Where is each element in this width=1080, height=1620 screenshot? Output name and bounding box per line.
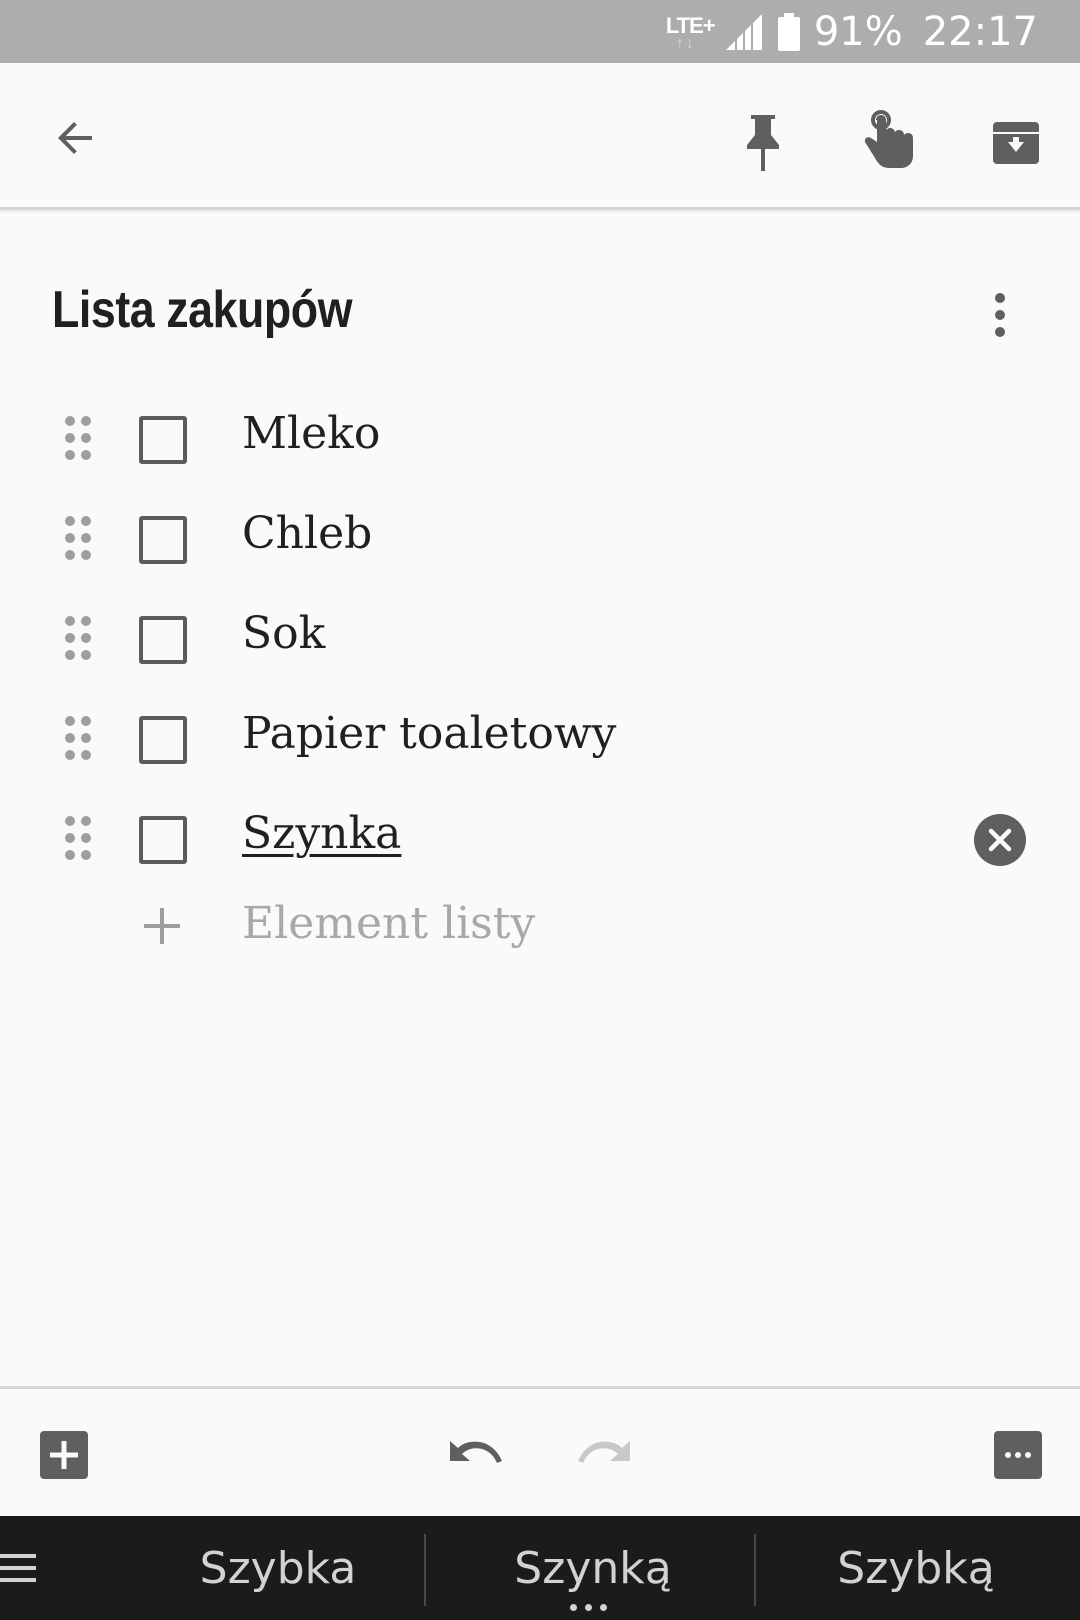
note-title[interactable]: Lista zakupów [52,280,352,340]
add-item-placeholder: Element listy [242,898,536,949]
keyboard-menu-icon[interactable] [0,1548,40,1588]
more-suggestions-indicator [570,1604,607,1611]
item-text-editing[interactable]: Szynka [242,808,401,859]
reminder-button[interactable] [852,101,924,181]
keyboard-suggestion-bar: Szybka Szynką Szybką [0,1516,1080,1620]
item-checkbox[interactable] [139,816,187,864]
add-content-button[interactable] [40,1431,88,1479]
add-box-icon [40,1431,88,1479]
redo-icon [578,1441,630,1463]
data-arrows-icon: ↑↓ [675,34,696,52]
suggestion-3[interactable]: Szybką [756,1516,1076,1620]
suggestion-1[interactable]: Szybka [118,1516,438,1620]
plus-icon [144,908,180,944]
more-options-button[interactable] [994,1431,1042,1479]
list-item: Sok [0,590,1080,690]
more-vert-icon [995,293,1005,337]
item-checkbox[interactable] [139,416,187,464]
archive-button[interactable] [980,103,1052,183]
back-arrow-icon [58,122,92,154]
back-button[interactable] [36,103,116,173]
battery-percent: 91% [813,8,903,55]
delete-item-button[interactable] [974,814,1026,866]
app-bar [0,63,1080,210]
list-item: Chleb [0,490,1080,590]
battery-icon [777,12,800,51]
item-text[interactable]: Chleb [242,508,372,559]
pin-icon [747,115,779,171]
list-item: Mleko [0,390,1080,490]
status-right: LTE+ ↑↓ 91% 22:17 [666,0,1038,63]
divider [424,1534,426,1606]
signal-icon [725,13,762,50]
drag-handle-icon[interactable] [62,715,94,761]
redo-button[interactable] [570,1429,634,1477]
network-icon: LTE+ ↑↓ [666,9,716,55]
reminder-icon [864,110,913,168]
clock: 22:17 [922,8,1038,55]
item-checkbox[interactable] [139,516,187,564]
undo-button[interactable] [446,1429,510,1477]
pin-button[interactable] [730,103,796,183]
drag-handle-icon[interactable] [62,515,94,561]
list-item: Papier toaletowy [0,690,1080,790]
archive-icon [993,122,1039,164]
status-bar: LTE+ ↑↓ 91% 22:17 [0,0,1080,63]
more-horiz-icon [994,1431,1042,1479]
bottom-toolbar [0,1386,1080,1516]
drag-handle-icon[interactable] [62,415,94,461]
drag-handle-icon[interactable] [62,615,94,661]
add-list-item[interactable]: Element listy [0,890,1080,980]
undo-icon [450,1441,502,1463]
drag-handle-icon[interactable] [62,815,94,861]
list-item: Szynka [0,790,1080,890]
item-text[interactable]: Mleko [242,408,380,459]
item-checkbox[interactable] [139,716,187,764]
close-icon [988,828,1012,852]
item-text[interactable]: Sok [242,608,325,659]
checklist: Mleko Chleb Sok Papier toaletowy Szynka … [0,390,1080,980]
item-checkbox[interactable] [139,616,187,664]
note-more-button[interactable] [970,285,1030,345]
item-text[interactable]: Papier toaletowy [242,708,616,759]
